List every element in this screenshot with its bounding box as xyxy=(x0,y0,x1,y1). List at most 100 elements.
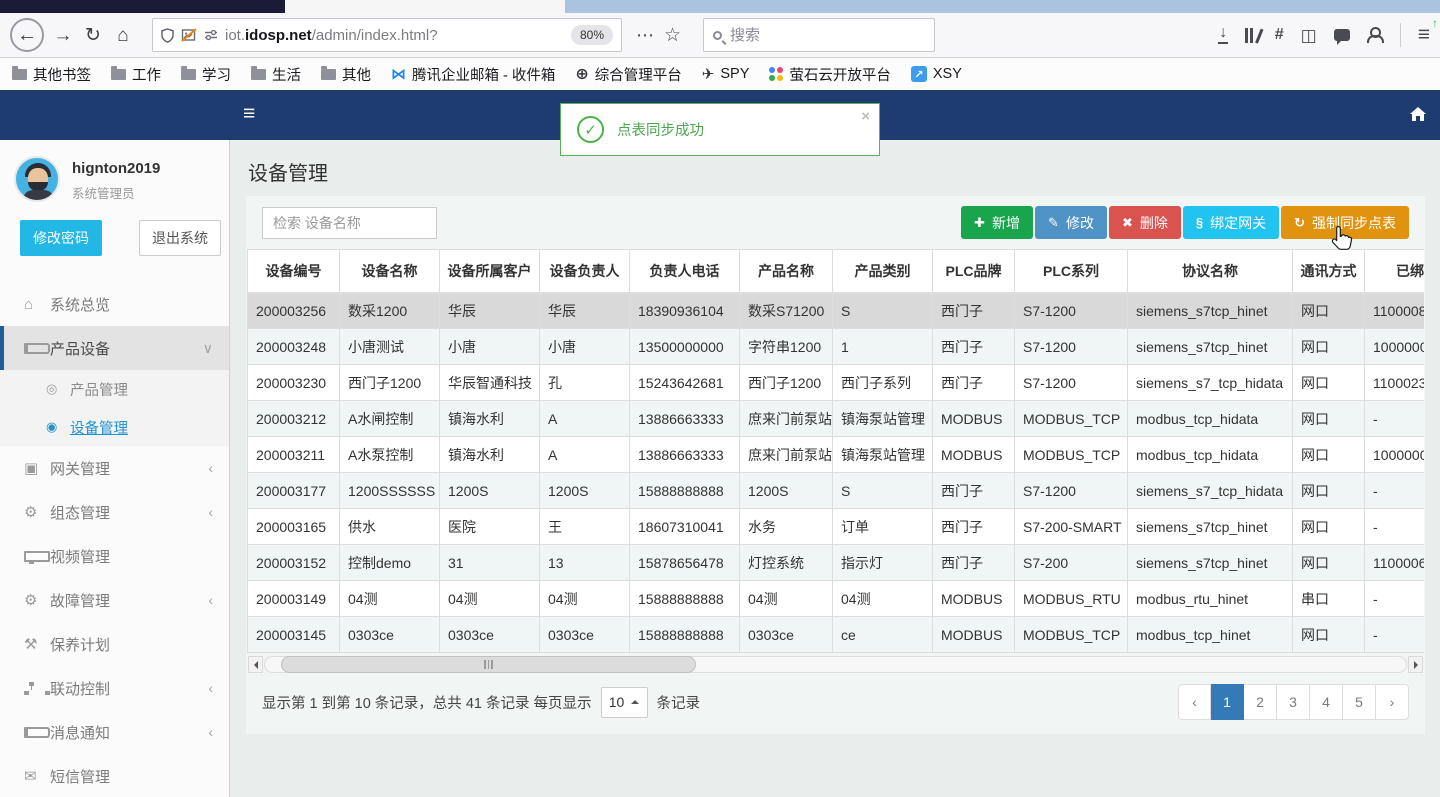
sidebar-item-消息通知[interactable]: 消息通知 ‹ xyxy=(0,710,229,754)
table-row[interactable]: 200003145 0303ce 0303ce 0303ce 15888888888 03… xyxy=(247,616,1424,653)
column-header: 产品名称 xyxy=(739,249,833,294)
bookmark-item[interactable]: 学习 xyxy=(181,64,231,85)
avatar[interactable] xyxy=(14,156,60,202)
bookmark-item[interactable]: 萤石云开放平台 xyxy=(769,64,891,85)
page-button[interactable]: 5 xyxy=(1343,684,1376,720)
scroll-left-icon[interactable] xyxy=(248,656,263,673)
page-title: 设备管理 xyxy=(248,163,328,185)
images-blocked-icon[interactable] xyxy=(181,28,197,42)
browser-toolbar: ← → ↻ ⌂ iot.idosp.net/admin/index.html? … xyxy=(0,13,1440,58)
sidebar-toggle-icon[interactable]: ◫ xyxy=(1301,27,1317,44)
bookmark-item[interactable]: 其他书签 xyxy=(12,64,91,85)
bookmark-item[interactable]: ⊕ 综合管理平台 xyxy=(575,64,681,85)
x-action-button[interactable]: ✖ 删除 xyxy=(1108,206,1181,239)
home-icon[interactable]: ⌂ xyxy=(110,26,136,45)
page-current[interactable]: 1 xyxy=(1211,684,1244,720)
table-row[interactable]: 200003177 1200SSSSSS 1200S 1200S 15888888888… xyxy=(247,472,1424,509)
scrollbar-track[interactable] xyxy=(264,656,1407,673)
sidebar-item-label: 系统总览 xyxy=(50,296,111,314)
table-cell: 200003149 xyxy=(247,580,340,617)
app-home-icon[interactable] xyxy=(1409,106,1427,122)
page-button[interactable]: 3 xyxy=(1277,684,1310,720)
account-icon[interactable] xyxy=(1366,27,1384,43)
sidebar-item-保养计划[interactable]: ⚒ 保养计划 xyxy=(0,622,229,666)
page-actions-icon[interactable]: ⋯ xyxy=(636,25,654,46)
page-size-select[interactable]: 10 xyxy=(600,686,648,718)
sidebar-item-系统总览[interactable]: ⌂ 系统总览 xyxy=(0,282,229,326)
zoom-level-badge[interactable]: 80% xyxy=(570,25,613,45)
downloads-icon[interactable]: ↓ xyxy=(1218,25,1229,44)
xsy-icon: ↗ xyxy=(910,66,927,82)
table-row[interactable]: 200003152 控制demo 31 13 15878656478 灯控系统 指示灯 西门子… xyxy=(247,544,1424,581)
pencil-action-button[interactable]: ✎ 修改 xyxy=(1035,206,1107,239)
bookmark-item[interactable]: ✈ SPY xyxy=(702,65,750,83)
sidebar-item-产品设备[interactable]: 产品设备 ∨ xyxy=(0,326,229,370)
device-search-input[interactable] xyxy=(262,206,437,239)
bookmark-item[interactable]: 其他 xyxy=(321,64,371,85)
browser-search-input[interactable] xyxy=(730,26,881,44)
scrollbar-thumb[interactable] xyxy=(281,656,696,673)
url-bar[interactable]: iot.idosp.net/admin/index.html? 80% xyxy=(152,18,622,52)
folder-icon xyxy=(12,65,27,80)
forward-icon[interactable]: → xyxy=(50,26,76,45)
sidebar-item-视频管理[interactable]: 视频管理 xyxy=(0,534,229,578)
menu-icon[interactable]: ≡ ↑ xyxy=(1418,16,1438,47)
toast-close-icon[interactable]: × xyxy=(861,108,870,125)
reload-icon[interactable]: ↻ xyxy=(80,26,106,45)
table-cell: siemens_s7tcp_hinet xyxy=(1127,328,1293,365)
column-header: 负责人电话 xyxy=(629,249,740,294)
table-row[interactable]: 200003211 A水泵控制 镇海水利 A 13886663333 庶来门前泵站 镇海泵站… xyxy=(247,436,1424,473)
table-cell: MODBUS xyxy=(932,436,1015,473)
folder-icon xyxy=(111,65,126,80)
url-text[interactable]: iot.idosp.net/admin/index.html? xyxy=(225,27,564,44)
bookmark-item[interactable]: 工作 xyxy=(111,64,161,85)
sidebar-subitem-设备管理[interactable]: ◉ 设备管理 xyxy=(0,408,229,446)
column-header: PLC品牌 xyxy=(932,249,1015,294)
horizontal-scrollbar[interactable] xyxy=(248,656,1423,673)
table-row[interactable]: 200003256 数采1200 华辰 华辰 18390936104 数采S71200 S 西… xyxy=(247,292,1424,329)
sidebar-item-联动控制[interactable]: 联动控制 ‹ xyxy=(0,666,229,710)
bookmark-item[interactable]: ⋈ 腾讯企业邮箱 - 收件箱 xyxy=(391,64,555,85)
page-button[interactable]: › xyxy=(1376,684,1409,720)
library-icon[interactable] xyxy=(1245,27,1264,43)
table-cell: siemens_s7tcp_hinet xyxy=(1127,292,1293,329)
table-row[interactable]: 200003149 04测 04测 04测 15888888888 04测 04测 MODBU… xyxy=(247,580,1424,617)
page-button[interactable]: 4 xyxy=(1310,684,1343,720)
sidebar-item-故障管理[interactable]: ⚙ 故障管理 ‹ xyxy=(0,578,229,622)
table-row[interactable]: 200003212 A水闸控制 镇海水利 A 13886663333 庶来门前泵站 镇海泵站… xyxy=(247,400,1424,437)
page-button[interactable]: 2 xyxy=(1244,684,1277,720)
sidebar-collapse-icon[interactable]: ≡ xyxy=(243,102,255,126)
bookmark-item[interactable]: 生活 xyxy=(251,64,301,85)
main-content: 设备管理 ✚ 新增 ✎ 修改 ✖ 删除 § 绑定网关 ↻ 强制同步点表 设备编号设备名称设备所属客… xyxy=(231,140,1440,797)
chevron-left-icon: ‹ xyxy=(208,592,213,608)
bookmark-item[interactable]: ↗ XSY xyxy=(910,66,962,82)
change-password-button[interactable]: 修改密码 xyxy=(20,220,102,256)
permissions-icon[interactable] xyxy=(204,29,218,41)
table-row[interactable]: 200003165 供水 医院王 18607310041 水务 订单 西门子 S7-200-S… xyxy=(247,508,1424,545)
browser-search[interactable] xyxy=(703,18,936,52)
table-cell: 西门子 xyxy=(932,292,1015,329)
shield-icon[interactable] xyxy=(161,27,174,43)
pencil-icon: ✎ xyxy=(1048,214,1059,230)
table-row[interactable]: 200003230 西门子1200 华辰智通科技孔 15243642681 西门子120… xyxy=(247,364,1424,401)
sidebar-subitem-产品管理[interactable]: ◎ 产品管理 xyxy=(0,370,229,408)
bookmark-star-icon[interactable]: ☆ xyxy=(664,24,681,47)
back-icon[interactable]: ← xyxy=(10,18,44,52)
sidebar-item-短信管理[interactable]: ✉ 短信管理 xyxy=(0,754,229,797)
table-cell: 200003145 xyxy=(247,616,340,653)
messages-icon[interactable] xyxy=(1333,29,1350,45)
sidebar-item-组态管理[interactable]: ⚙ 组态管理 ‹ xyxy=(0,490,229,534)
table-cell: S7-1200 xyxy=(1014,364,1128,401)
plus-action-button[interactable]: ✚ 新增 xyxy=(961,206,1034,239)
link-action-button[interactable]: § 绑定网关 xyxy=(1182,206,1280,239)
table-cell: modbus_rtu_hinet xyxy=(1127,580,1293,617)
logout-button[interactable]: 退出系统 xyxy=(139,220,221,256)
sidebar-item-网关管理[interactable]: ▣ 网关管理 ‹ xyxy=(0,446,229,490)
table-row[interactable]: 200003248 小唐测试 小唐 小唐 13500000000 字符串1200 1 西门子 S… xyxy=(247,328,1424,365)
page-button[interactable]: ‹ xyxy=(1178,684,1211,720)
active-tab[interactable] xyxy=(285,0,565,13)
table-cell: 04测 xyxy=(439,580,540,617)
scroll-right-icon[interactable] xyxy=(1408,656,1423,673)
screenshot-icon[interactable]: # xyxy=(1275,26,1284,44)
table-cell: 04测 xyxy=(339,580,440,617)
